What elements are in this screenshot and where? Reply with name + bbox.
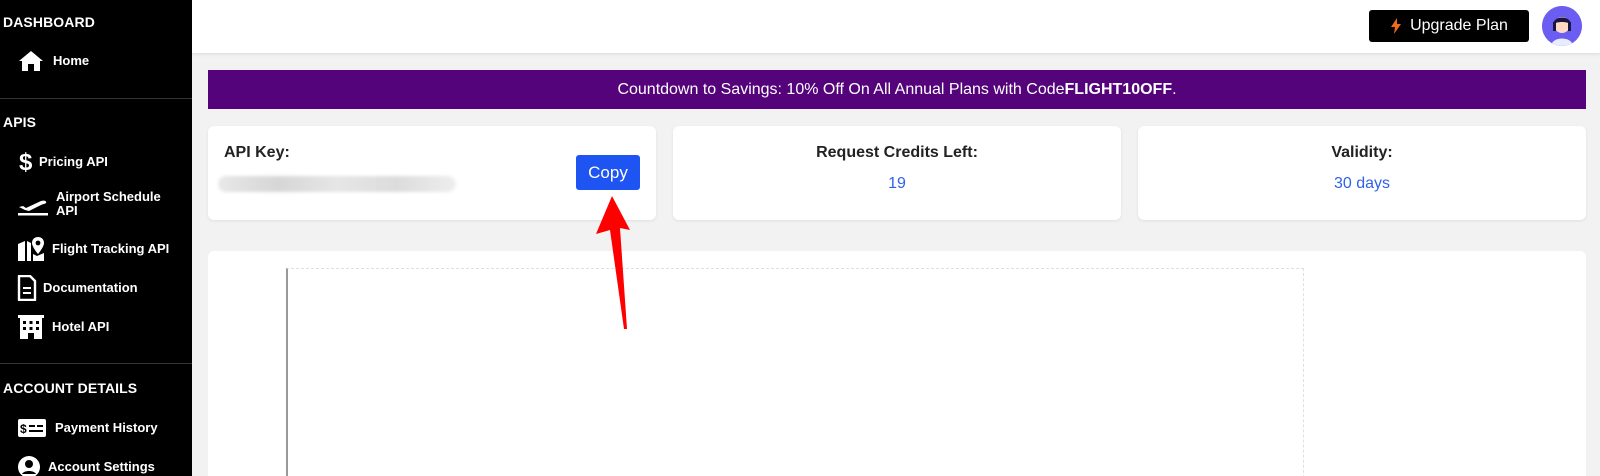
promo-code: FLIGHT10OFF: [1064, 80, 1173, 98]
usage-chart-panel: [208, 251, 1586, 476]
validity-card: Validity: 30 days: [1138, 126, 1586, 220]
sidebar-item-label: Documentation: [43, 280, 138, 295]
bolt-icon: [1390, 18, 1402, 34]
credits-value: 19: [888, 175, 906, 192]
divider: [0, 363, 192, 364]
validity-title: Validity:: [1331, 144, 1393, 161]
sidebar-item-label: Home: [53, 53, 90, 68]
annotation-arrow-icon: [596, 196, 630, 329]
promo-banner: Countdown to Savings: 10% Off On All Ann…: [208, 70, 1586, 109]
sidebar-item-home[interactable]: Home: [16, 47, 188, 75]
credits-card: Request Credits Left: 19: [673, 126, 1121, 220]
sidebar-item-label: Payment History: [55, 420, 158, 435]
sidebar-item-label: Flight Tracking API: [52, 241, 170, 256]
home-icon: [16, 47, 46, 75]
copy-button[interactable]: Copy: [576, 155, 640, 190]
credits-title: Request Credits Left:: [816, 144, 978, 161]
sidebar-item-flight-tracking-api[interactable]: Flight Tracking API: [16, 235, 188, 263]
sidebar-item-documentation[interactable]: Documentation: [16, 274, 188, 302]
sidebar-item-label: Airport Schedule: [56, 189, 161, 204]
upgrade-plan-button[interactable]: Upgrade Plan: [1369, 10, 1529, 42]
plane-takeoff-icon: [16, 190, 50, 218]
sidebar-item-label-line2: API: [56, 203, 78, 218]
map-pin-icon: [16, 235, 46, 263]
promo-banner-text: Countdown to Savings: 10% Off On All Ann…: [617, 80, 1065, 98]
sidebar-item-payment-history[interactable]: $ Payment History: [16, 414, 188, 442]
user-circle-icon: [16, 453, 42, 476]
top-header: Upgrade Plan: [192, 0, 1600, 54]
divider: [0, 98, 192, 99]
sidebar-item-pricing-api[interactable]: $ Pricing API: [16, 148, 188, 176]
svg-text:$: $: [20, 422, 27, 436]
chart-plot-area: [286, 268, 1304, 476]
api-key-value-blurred: [218, 176, 456, 192]
svg-text:$: $: [19, 149, 32, 175]
sidebar: DASHBOARD Home APIS $ Pricing API Airpor…: [0, 0, 192, 476]
api-key-title: API Key:: [224, 144, 290, 161]
section-title-account-details: ACCOUNT DETAILS: [3, 380, 138, 396]
sidebar-item-hotel-api[interactable]: Hotel API: [16, 313, 188, 341]
sidebar-item-label: Hotel API: [52, 319, 110, 334]
dollar-icon: $: [16, 148, 34, 176]
section-title-apis: APIS: [3, 114, 37, 130]
sidebar-item-airport-schedule-api[interactable]: Airport Schedule API: [16, 190, 188, 218]
api-key-card: API Key: Copy: [208, 126, 656, 220]
section-title-dashboard: DASHBOARD: [3, 14, 95, 30]
document-icon: [16, 274, 38, 302]
sidebar-item-account-settings[interactable]: Account Settings: [16, 453, 188, 476]
hotel-icon: [16, 313, 46, 341]
bill-icon: $: [16, 414, 48, 442]
validity-value: 30 days: [1333, 175, 1391, 192]
sidebar-item-label: Pricing API: [39, 154, 108, 169]
promo-banner-suffix: .: [1172, 80, 1177, 98]
avatar-icon[interactable]: [1542, 6, 1582, 46]
sidebar-item-label: Account Settings: [48, 459, 155, 474]
upgrade-plan-label: Upgrade Plan: [1410, 17, 1508, 34]
